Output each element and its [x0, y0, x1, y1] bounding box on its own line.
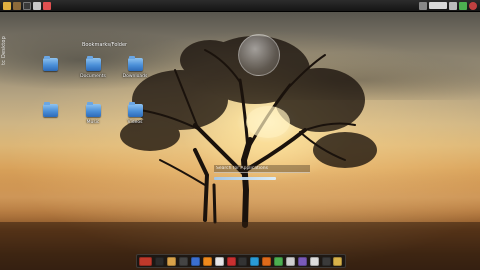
terminal-icon[interactable] [23, 1, 31, 10]
display-icon[interactable] [429, 2, 447, 9]
vlc-icon[interactable] [202, 256, 212, 266]
network-icon[interactable] [419, 1, 427, 10]
dock [136, 254, 346, 268]
desktop-icon-downloads[interactable]: Downloads [115, 56, 155, 79]
desktop-folder-title: Bookmarks/Folder [82, 42, 128, 48]
folder-icon [85, 102, 101, 117]
volume-icon[interactable] [449, 1, 457, 10]
panel-tray [416, 1, 480, 10]
document-icon[interactable] [214, 256, 224, 266]
search-underline [214, 177, 276, 180]
video-icon[interactable] [238, 256, 248, 266]
desktop-icon-label: Videos [127, 120, 143, 125]
battery-icon[interactable] [459, 1, 467, 10]
browser-icon[interactable] [262, 256, 272, 266]
app-search-widget [214, 154, 310, 180]
wallpaper-tree [0, 36, 480, 270]
desktop: tc Desktop Bookmarks/Folder Documents Do… [0, 0, 480, 270]
desktop-icon-folder-1[interactable] [30, 56, 70, 74]
pdf-icon[interactable] [226, 256, 236, 266]
folder-icon [127, 56, 143, 71]
terminal-icon[interactable] [155, 256, 165, 266]
archive-icon[interactable] [333, 256, 343, 266]
desktop-icon-label: Documents [80, 74, 106, 79]
mail-icon[interactable] [285, 256, 295, 266]
apps-grid-icon[interactable] [321, 256, 331, 266]
user-icon[interactable] [43, 1, 51, 10]
chrome-icon[interactable] [274, 256, 284, 266]
desktop-icon-folder-4[interactable] [30, 102, 70, 120]
globe-widget [238, 34, 280, 76]
panel-launchers [0, 1, 54, 10]
settings-icon[interactable] [190, 256, 200, 266]
chat-icon[interactable] [250, 256, 260, 266]
desktop-icon-videos[interactable]: Videos [115, 102, 155, 125]
folder-icon [127, 102, 143, 117]
image-viewer-icon[interactable] [297, 256, 307, 266]
desktop-icon-music[interactable]: Music [73, 102, 113, 125]
calculator-icon[interactable] [309, 256, 319, 266]
files-icon[interactable] [13, 1, 21, 10]
top-panel [0, 0, 480, 12]
search-input[interactable] [214, 165, 310, 173]
desktop-icon-label: Downloads [122, 74, 148, 79]
folder-icon [42, 56, 58, 71]
desktop-icon-label: Music [86, 120, 100, 125]
browser-icon[interactable] [33, 1, 41, 10]
power-icon[interactable] [469, 1, 477, 10]
file-manager-icon[interactable] [167, 256, 177, 266]
folder-icon [42, 102, 58, 117]
back-icon[interactable] [179, 256, 189, 266]
desktop-icon-documents[interactable]: Documents [73, 56, 113, 79]
folder-icon [85, 56, 101, 71]
media-player-icon[interactable] [139, 256, 153, 266]
menu-icon[interactable] [3, 1, 11, 10]
desktop-side-label: tc Desktop [1, 36, 7, 65]
